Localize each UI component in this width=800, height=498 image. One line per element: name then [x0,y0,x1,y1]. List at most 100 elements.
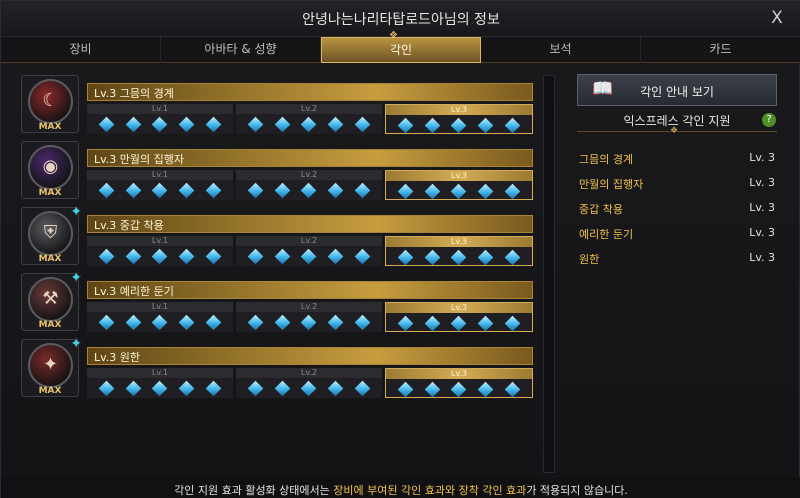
diamond-node-icon [125,380,141,397]
diamond-node-icon [247,314,264,331]
diamond-node-icon [424,249,440,266]
diamond-node-icon [328,116,344,133]
diamond-node-icon [274,380,290,397]
engraving-list-scrollbar[interactable] [543,75,555,473]
engraving-glyph-icon: ⚒ [42,288,59,309]
diamond-node-icon [478,315,494,332]
diamond-node-icon [397,183,414,200]
engraving-name: Lv.3 원한 [94,351,141,364]
engraving-name-bar: Lv.3 예리한 둔기 [87,281,533,299]
express-engraving-level: Lv. 3 [749,226,775,239]
node-row [87,180,233,199]
diamond-node-icon [274,182,290,199]
diamond-node-icon [328,314,344,331]
engraving-guide-button[interactable]: 📖 각인 안내 보기 [577,74,777,106]
level-segment: Lv.2 [236,302,382,332]
diamond-node-icon [274,314,290,331]
diamond-node-icon [98,182,115,199]
engraving-name-bar: Lv.3 만월의 집행자 [87,149,533,167]
engraving-row[interactable]: ⚒ ✦ MAX Lv.3 예리한 둔기 Lv.1 Lv.2 Lv.3 [15,269,535,332]
tab-2[interactable]: 각인 [321,37,481,63]
title-bar[interactable]: 안녕나는나리타탑로드아님의 정보 X [1,1,800,37]
tab-1[interactable]: 아바타 & 성향 [161,37,321,63]
node-row [236,378,382,397]
express-engraving-name: 만월의 집행자 [579,178,644,191]
engraving-row[interactable]: ⛨ ✦ MAX Lv.3 중갑 착용 Lv.1 Lv.2 Lv.3 [15,203,535,266]
level-label: Lv.1 [87,170,233,180]
engraving-glyph-icon: ⛨ [43,222,58,243]
sparkle-icon: ✦ [70,270,82,286]
engraving-name: Lv.3 그믐의 경계 [94,87,174,100]
engraving-icon-frame[interactable]: ⚒ ✦ MAX [21,270,82,331]
level-label: Lv.2 [236,104,382,114]
node-row [386,181,532,200]
engraving-glyph-icon: ☾ [42,90,59,111]
diamond-node-icon [301,182,317,199]
level-segment: Lv.3 [385,302,533,332]
diamond-node-icon [397,315,414,332]
engraving-name-bar: Lv.3 원한 [87,347,533,365]
level-label: Lv.3 [386,105,532,115]
engraving-icon-frame[interactable]: ◉ MAX [21,141,79,199]
engraving-icon-frame[interactable]: ⛨ ✦ MAX [21,204,82,265]
diamond-node-icon [424,315,440,332]
engraving-name: Lv.3 만월의 집행자 [94,153,184,166]
diamond-node-icon [397,249,414,266]
diamond-node-icon [125,314,141,331]
diamond-node-icon [98,116,115,133]
level-segment: Lv.1 [87,302,233,332]
window-title: 안녕나는나리타탑로드아님의 정보 [302,12,500,28]
diamond-node-icon [179,314,195,331]
character-info-window: 안녕나는나리타탑로드아님의 정보 X 장비 아바타 & 성향 각인 보석 카드 ❖ ☾ M… [0,0,800,498]
diamond-node-icon [451,183,467,200]
level-segment: Lv.1 [87,104,233,134]
engraving-icon-frame[interactable]: ✦ ✦ MAX [21,336,82,397]
diamond-node-icon [98,248,115,265]
engraving-icon-frame[interactable]: ☾ MAX [21,75,79,133]
engraving-support-notice: 각인 지원 효과 활성화 상태에서는 장비에 부여된 각인 효과와 장착 각인 … [1,482,800,498]
diamond-node-icon [451,117,467,134]
close-button[interactable]: X [767,8,787,28]
tab-4[interactable]: 카드 [641,37,800,63]
diamond-node-icon [478,249,494,266]
node-row [386,313,532,332]
express-engraving-list: 그믐의 경계 Lv. 3 만월의 집행자 Lv. 3 중갑 착용 Lv. 3 예리한 둔기 L… [579,151,775,276]
diamond-node-icon [179,116,195,133]
diamond-node-icon [205,182,222,199]
engraving-glyph-icon: ◉ [42,156,59,177]
tab-bar: 장비 아바타 & 성향 각인 보석 카드 [1,37,800,63]
level-label: Lv.1 [87,368,233,378]
level-segment: Lv.1 [87,170,233,200]
node-row [386,247,532,266]
level-label: Lv.1 [87,104,233,114]
diamond-node-icon [247,380,264,397]
engraving-row[interactable]: ◉ MAX Lv.3 만월의 집행자 Lv.1 Lv.2 Lv.3 [15,137,535,200]
express-engraving-level: Lv. 3 [749,251,775,264]
diamond-node-icon [152,248,168,265]
engraving-row[interactable]: ✦ ✦ MAX Lv.3 원한 Lv.1 Lv.2 Lv.3 [15,335,535,398]
full-moon-icon: ◉ [28,145,73,190]
level-label: Lv.2 [236,368,382,378]
tab-0[interactable]: 장비 [1,37,161,63]
diamond-node-icon [397,381,414,398]
diamond-node-icon [354,314,371,331]
diamond-node-icon [274,116,290,133]
node-row [87,378,233,397]
diamond-node-icon [179,248,195,265]
diamond-node-icon [205,248,222,265]
help-icon[interactable]: ? [762,113,776,127]
diamond-node-icon [397,117,414,134]
level-segment: Lv.3 [385,368,533,398]
node-row [386,379,532,398]
engraving-row[interactable]: ☾ MAX Lv.3 그믐의 경계 Lv.1 Lv.2 Lv.3 [15,71,535,134]
diamond-node-icon [301,248,317,265]
sparkle-icon: ✦ [70,204,82,220]
grudge-icon: ✦ [28,343,73,388]
diamond-node-icon [424,381,440,398]
engraving-level-track: Lv.1 Lv.2 Lv.3 [87,104,533,134]
diamond-node-icon [205,314,222,331]
level-segment: Lv.3 [385,236,533,266]
level-segment: Lv.1 [87,236,233,266]
tab-3[interactable]: 보석 [481,37,641,63]
level-segment: Lv.2 [236,236,382,266]
